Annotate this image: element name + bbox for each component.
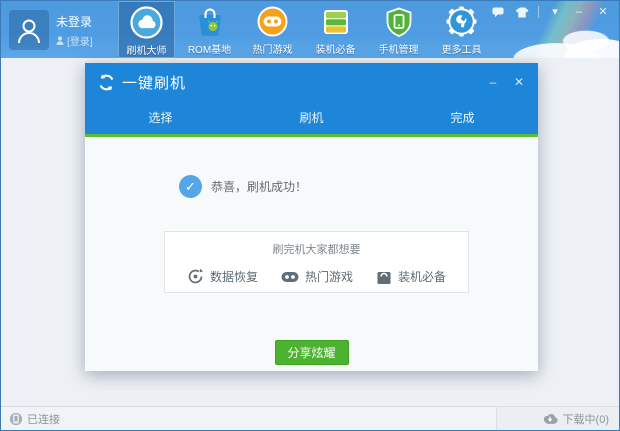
menu-chevron-icon[interactable]: ▾: [547, 5, 563, 19]
connection-status: 已连接: [9, 411, 60, 427]
cloud-download-icon: [542, 413, 558, 424]
share-button[interactable]: 分享炫耀: [275, 340, 349, 365]
toolbar-item-hot-games[interactable]: 热门游戏: [244, 1, 301, 58]
gear-wrench-icon: [445, 5, 478, 38]
toolbar-label: 热门游戏: [253, 41, 293, 56]
toolbar-label: 刷机大师: [127, 42, 167, 57]
promo-title: 刷完机大家都想要: [165, 241, 468, 257]
promo-item-label: 数据恢复: [210, 268, 258, 285]
gamepad-icon: [281, 270, 299, 284]
avatar[interactable]: [9, 10, 49, 50]
login-user-icon: [56, 36, 64, 45]
toolbar-label: 手机管理: [379, 41, 419, 56]
success-check-icon: ✓: [179, 175, 202, 198]
toolbar-item-flash-master[interactable]: 刷机大师: [118, 1, 175, 58]
cloud-icon: [130, 6, 163, 39]
close-button[interactable]: ✕: [595, 5, 611, 19]
toolbar-item-more-tools[interactable]: 更多工具: [433, 1, 490, 58]
toolbar-label: 更多工具: [442, 41, 482, 56]
dialog-header: 一键刷机 – ✕: [85, 63, 538, 101]
layers-icon: [319, 5, 352, 38]
toolbar-item-essential-apps[interactable]: 装机必备: [307, 1, 364, 58]
tab-flash[interactable]: 刷机: [236, 101, 387, 134]
promo-item-label: 热门游戏: [305, 268, 353, 285]
downloads-button[interactable]: 下载中(0): [496, 407, 619, 430]
dialog-minimize-button[interactable]: –: [486, 76, 500, 88]
phone-connected-icon: [9, 412, 23, 426]
toolbar-label: ROM基地: [188, 41, 231, 56]
feedback-icon[interactable]: [490, 5, 506, 19]
dialog-content: ✓ 恭喜，刷机成功！ 刷完机大家都想要 数据恢复: [85, 137, 538, 371]
login-link[interactable]: [登录]: [56, 33, 93, 48]
restore-icon: [187, 268, 204, 285]
statusbar: 已连接 下载中(0): [1, 406, 619, 430]
promo-item-label: 装机必备: [398, 268, 446, 285]
dialog-controls: – ✕: [486, 76, 526, 88]
success-row: ✓ 恭喜，刷机成功！: [179, 175, 307, 198]
controls-divider: [538, 6, 539, 18]
account-area: 未登录 [登录]: [9, 10, 93, 50]
dialog-title: 一键刷机: [122, 72, 186, 93]
success-message: 恭喜，刷机成功！: [211, 178, 307, 195]
toolbar-label: 装机必备: [316, 41, 356, 56]
promo-box: 刷完机大家都想要 数据恢复: [164, 231, 469, 293]
bag-icon: [376, 269, 392, 285]
titlebar: 未登录 [登录]: [1, 1, 619, 58]
window-controls: ▾ – ✕: [490, 5, 611, 19]
account-text: 未登录 [登录]: [56, 10, 93, 50]
promo-item-data-recovery[interactable]: 数据恢复: [187, 268, 258, 285]
one-click-flash-dialog: 一键刷机 – ✕ 选择 刷机 完成 ✓ 恭喜，刷机成功！ 刷完机大家都想要: [85, 63, 538, 371]
user-icon: [16, 17, 42, 43]
skin-theme-icon[interactable]: [514, 5, 530, 19]
wizard-steps: 选择 刷机 完成: [85, 101, 538, 137]
promo-items: 数据恢复 热门游戏: [165, 268, 468, 285]
main-toolbar: 刷机大师 ROM基地: [118, 1, 490, 58]
dialog-close-button[interactable]: ✕: [512, 76, 526, 88]
toolbar-item-phone-manage[interactable]: 手机管理: [370, 1, 427, 58]
shield-phone-icon: [382, 5, 415, 38]
promo-item-essential-apps[interactable]: 装机必备: [376, 268, 446, 285]
rom-bag-icon: [193, 5, 226, 38]
connection-label: 已连接: [27, 411, 60, 427]
promo-item-hot-games[interactable]: 热门游戏: [281, 268, 353, 285]
minimize-button[interactable]: –: [571, 5, 587, 19]
toolbar-item-rom-base[interactable]: ROM基地: [181, 1, 238, 58]
username-label: 未登录: [56, 13, 93, 30]
app-window: 未登录 [登录]: [0, 0, 620, 431]
sync-icon: [97, 73, 116, 92]
games-icon: [256, 5, 289, 38]
tab-select[interactable]: 选择: [85, 101, 236, 134]
downloads-label: 下载中(0): [563, 411, 609, 427]
tab-finish[interactable]: 完成: [387, 101, 538, 134]
